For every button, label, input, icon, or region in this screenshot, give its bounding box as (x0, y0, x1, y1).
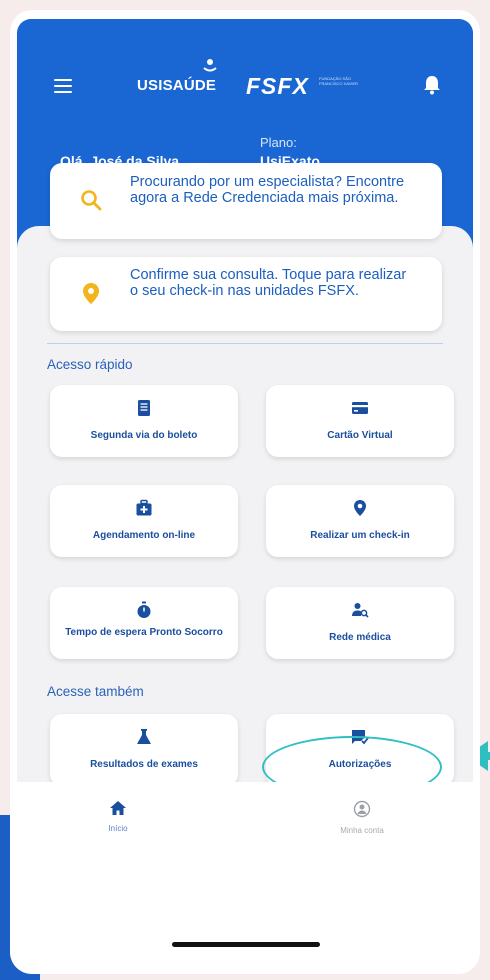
user-circle-icon (322, 800, 402, 822)
flask-icon (135, 728, 153, 746)
card-medical-network[interactable]: Rede médica (266, 587, 454, 659)
card-er-wait-time[interactable]: Tempo de espera Pronto Socorro (50, 587, 238, 659)
nav-account[interactable]: Minha conta (322, 800, 402, 835)
card-exam-results[interactable]: Resultados de exames (50, 714, 238, 786)
nav-home[interactable]: Início (78, 800, 158, 833)
card-label: Resultados de exames (90, 759, 198, 770)
location-pin-icon (351, 499, 369, 517)
card-virtual-card[interactable]: Cartão Virtual (266, 385, 454, 457)
card-online-scheduling[interactable]: Agendamento on-line (50, 485, 238, 557)
checkin-banner-text: Confirme sua consulta. Toque para realiz… (130, 267, 407, 299)
location-pin-icon (80, 282, 102, 304)
quick-access-title: Acesso rápido (47, 357, 133, 372)
card-label: Agendamento on-line (92, 530, 196, 541)
card-label: Rede médica (329, 632, 391, 643)
card-label: Segunda via do boleto (90, 430, 198, 441)
nav-home-label: Início (108, 824, 128, 833)
card-second-invoice[interactable]: Segunda via do boleto (50, 385, 238, 457)
card-label: Realizar um check-in (310, 530, 410, 541)
usisaude-logo: USISAÚDE (137, 77, 217, 94)
phone-screen: USISAÚDE FSFX FUNDAÇÃO SÃO FRANCISCO XAV… (10, 10, 480, 974)
fsfx-logo-subtitle: FUNDAÇÃO SÃO FRANCISCO XAVIER (319, 76, 359, 86)
home-icon (78, 800, 158, 820)
notification-bell-icon[interactable] (422, 74, 442, 96)
plan-label: Plano: (260, 135, 297, 150)
menu-icon[interactable] (54, 79, 72, 93)
also-access-title: Acesse também (47, 684, 144, 699)
user-search-icon (351, 601, 369, 619)
card-label: Cartão Virtual (327, 430, 393, 441)
card-label: Tempo de espera Pronto Socorro (65, 627, 223, 638)
checkin-banner[interactable]: Confirme sua consulta. Toque para realiz… (50, 257, 442, 331)
medical-bag-icon (135, 499, 153, 517)
nav-account-label: Minha conta (340, 826, 384, 835)
usisaude-logo-mark-icon (203, 58, 217, 72)
card-icon (351, 399, 369, 417)
stopwatch-icon (135, 601, 153, 619)
card-checkin[interactable]: Realizar um check-in (266, 485, 454, 557)
document-icon (135, 399, 153, 417)
section-divider (47, 343, 443, 344)
search-icon (80, 189, 102, 211)
fsfx-logo: FSFX (246, 73, 309, 99)
specialist-search-banner[interactable]: Procurando por um especialista? Encontre… (50, 163, 442, 239)
bottom-navigation: Início Minha conta (10, 782, 480, 974)
specialist-search-text: Procurando por um especialista? Encontre… (130, 174, 405, 206)
home-indicator (172, 942, 320, 947)
